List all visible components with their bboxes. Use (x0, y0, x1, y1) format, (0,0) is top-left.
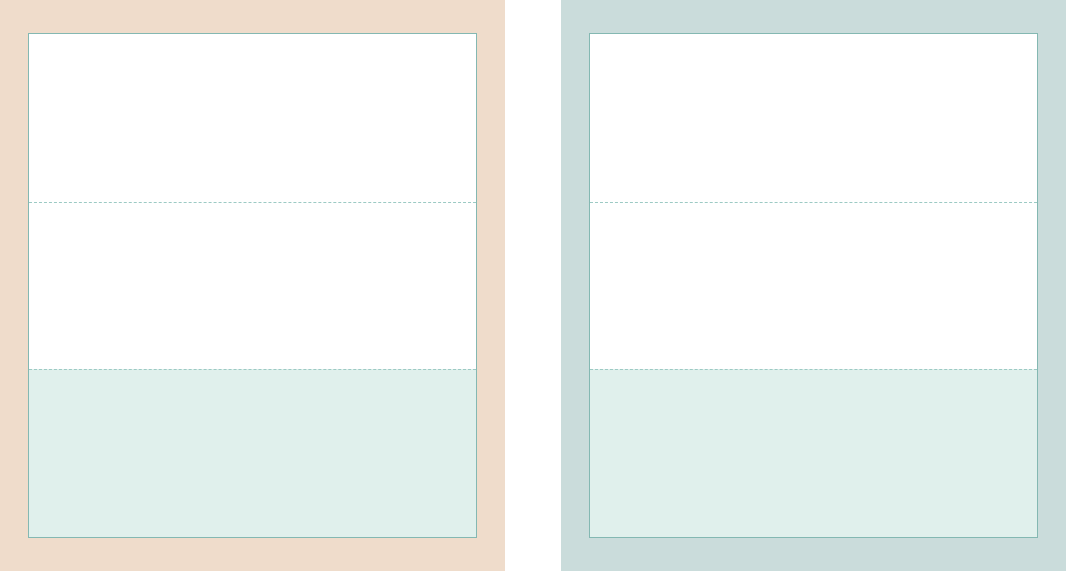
right-panel (561, 0, 1066, 571)
left-panel (0, 0, 505, 571)
right-sheet-top-band (590, 34, 1037, 202)
left-sheet-middle-band (29, 202, 476, 370)
right-sheet-bottom-band (590, 369, 1037, 537)
right-sheet-middle-band (590, 202, 1037, 370)
canvas (0, 0, 1066, 571)
left-sheet-bottom-band (29, 369, 476, 537)
right-sheet (589, 33, 1038, 538)
left-sheet (28, 33, 477, 538)
left-sheet-top-band (29, 34, 476, 202)
